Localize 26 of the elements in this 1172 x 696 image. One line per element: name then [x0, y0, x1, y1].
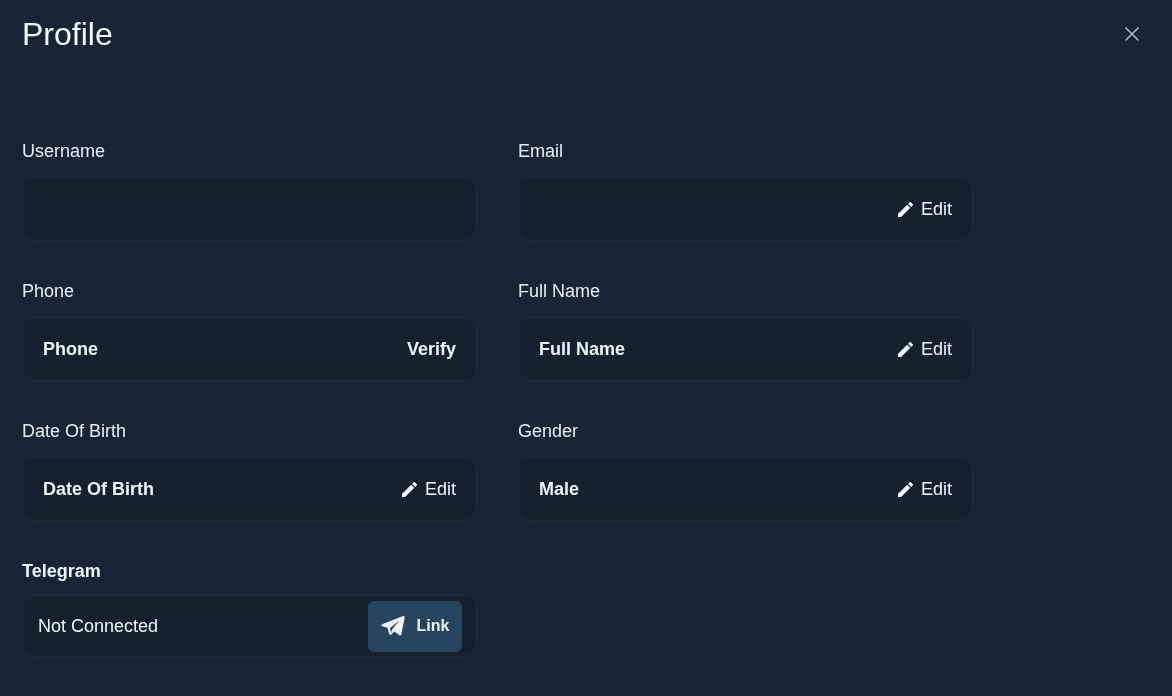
- edit-button[interactable]: Edit: [897, 477, 952, 501]
- field-label: Date Of Birth: [22, 420, 128, 443]
- verify-button[interactable]: Verify: [406, 337, 456, 361]
- edit-button[interactable]: Edit: [897, 197, 952, 221]
- input-field[interactable]: Edit: [518, 177, 973, 241]
- field-label: Username: [22, 140, 107, 163]
- pencil-icon: [897, 201, 913, 217]
- status-text: Not Connected: [38, 614, 159, 638]
- field-label: Email: [518, 140, 564, 163]
- dialog-title: Profile: [22, 15, 113, 54]
- paper-plane-icon: [380, 616, 405, 636]
- link-button[interactable]: Link: [368, 600, 462, 652]
- pencil-icon: [897, 341, 913, 357]
- edit-button[interactable]: Edit: [897, 337, 952, 361]
- input-field[interactable]: Male Edit: [518, 457, 973, 521]
- field-label: Phone: [22, 280, 76, 303]
- pencil-icon: [897, 481, 913, 497]
- field-label: Gender: [518, 420, 580, 443]
- input-field[interactable]: Phone Verify: [22, 317, 477, 381]
- close-icon[interactable]: [1125, 27, 1139, 41]
- field-label: Full Name: [518, 280, 602, 303]
- field-label: Telegram: [22, 560, 102, 583]
- input-field[interactable]: Full Name Edit: [518, 317, 973, 381]
- edit-button[interactable]: Edit: [401, 477, 456, 501]
- pencil-icon: [401, 481, 417, 497]
- input-field[interactable]: Date Of Birth Edit: [22, 457, 477, 521]
